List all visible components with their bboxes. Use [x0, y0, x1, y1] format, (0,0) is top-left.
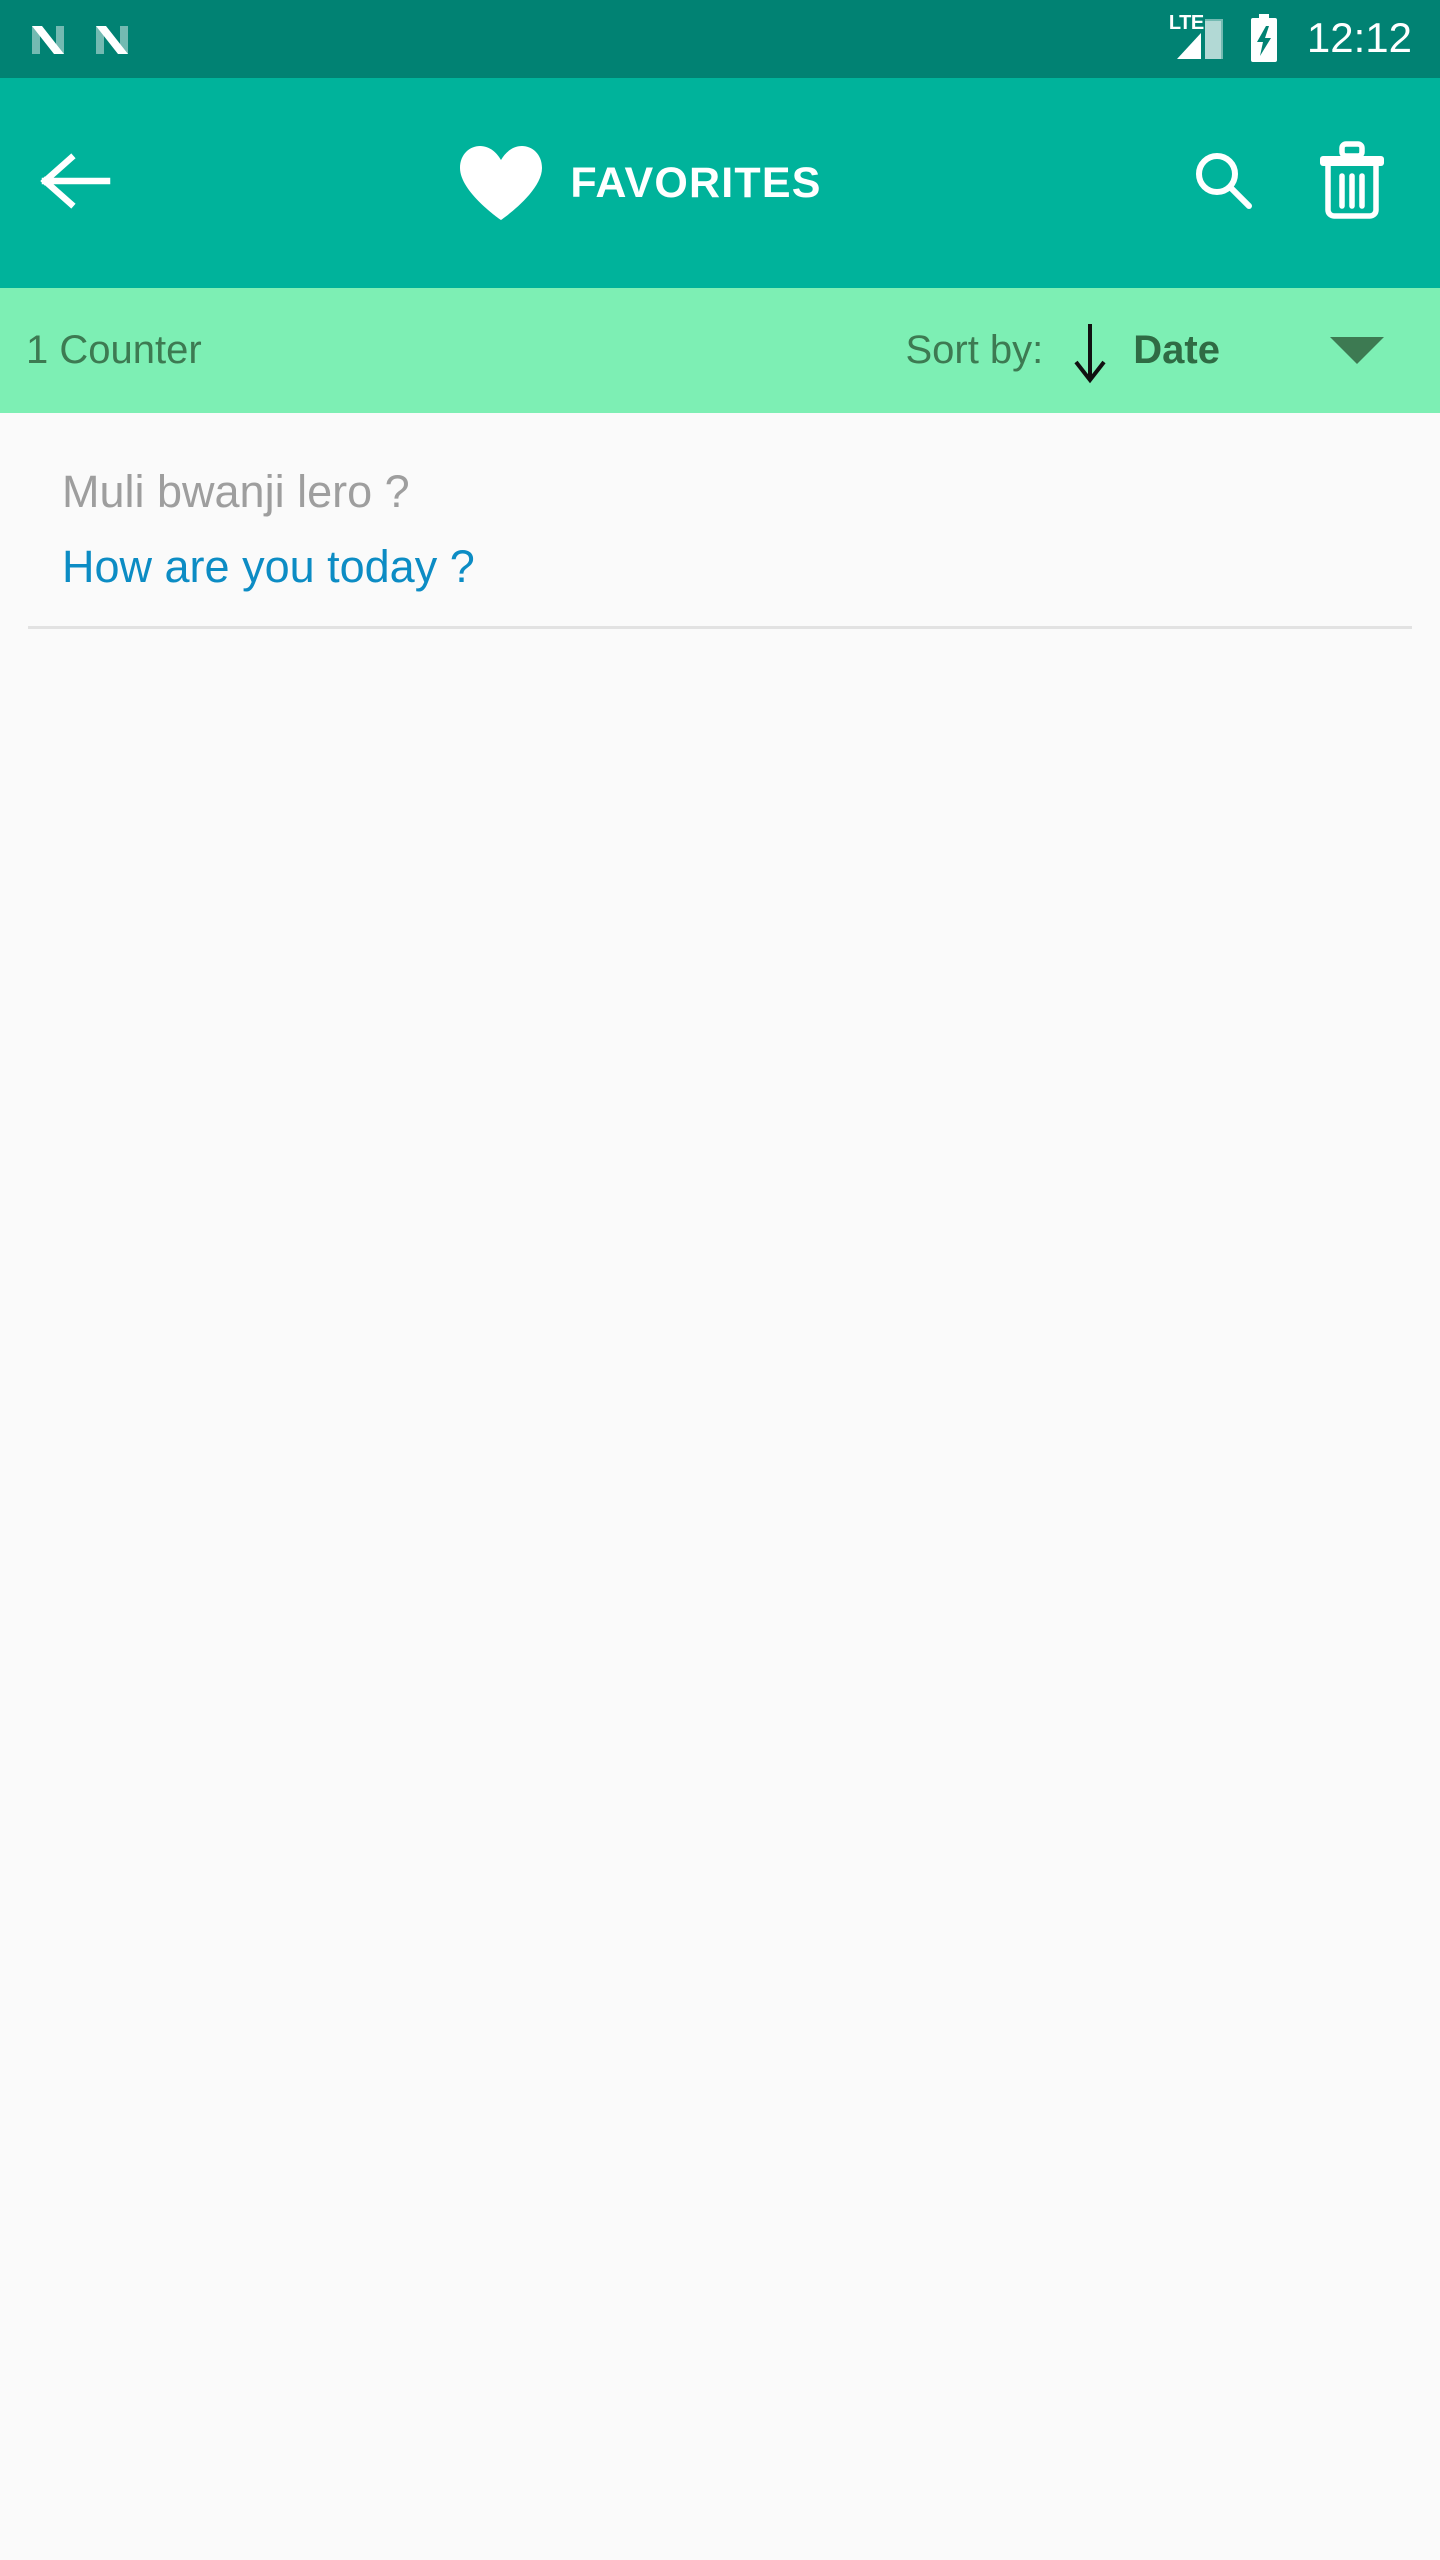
phrase-source-text: Muli bwanji lero ?: [62, 466, 410, 517]
page-title: FAVORITES: [570, 158, 822, 207]
signal-bars-icon: LTE: [1168, 12, 1227, 63]
counter-label: 1 Counter: [26, 328, 202, 372]
search-button[interactable]: [1160, 78, 1288, 288]
sort-by-label: Sort by:: [905, 328, 1044, 372]
sort-bar: 1 Counter Sort by: Date: [0, 288, 1440, 413]
status-bar-indicators: LTE 12:12: [1168, 12, 1412, 64]
heart-icon: [458, 144, 544, 222]
favorites-list: Muli bwanji lero ? How are you today ?: [0, 413, 1440, 2560]
sort-control[interactable]: Sort by: Date: [905, 288, 1440, 413]
sort-value-label: Date: [1133, 328, 1220, 372]
back-arrow-icon: [37, 150, 113, 217]
list-item[interactable]: Muli bwanji lero ? How are you today ?: [0, 413, 1440, 629]
android-nougat-icon: [90, 18, 134, 62]
app-screen: LTE 12:12 FAVORITES 1 Counter Sort by: D…: [0, 0, 1440, 2560]
network-type-label: LTE: [1168, 12, 1204, 34]
delete-button[interactable]: [1288, 78, 1416, 288]
battery-charging-icon: [1247, 14, 1281, 64]
status-bar: LTE 12:12: [0, 0, 1440, 78]
status-bar-notifications: [26, 18, 134, 62]
caret-down-icon[interactable]: [1330, 337, 1384, 364]
status-bar-clock: 12:12: [1306, 14, 1412, 61]
arrow-down-icon[interactable]: [1043, 318, 1133, 384]
search-icon: [1190, 147, 1258, 220]
list-item-divider: [28, 626, 1412, 629]
trash-icon: [1316, 140, 1388, 227]
app-bar-title-group: FAVORITES: [120, 144, 1160, 222]
phrase-translation-text: How are you today ?: [62, 541, 475, 592]
app-bar: FAVORITES: [0, 78, 1440, 288]
android-nougat-icon: [26, 18, 70, 62]
